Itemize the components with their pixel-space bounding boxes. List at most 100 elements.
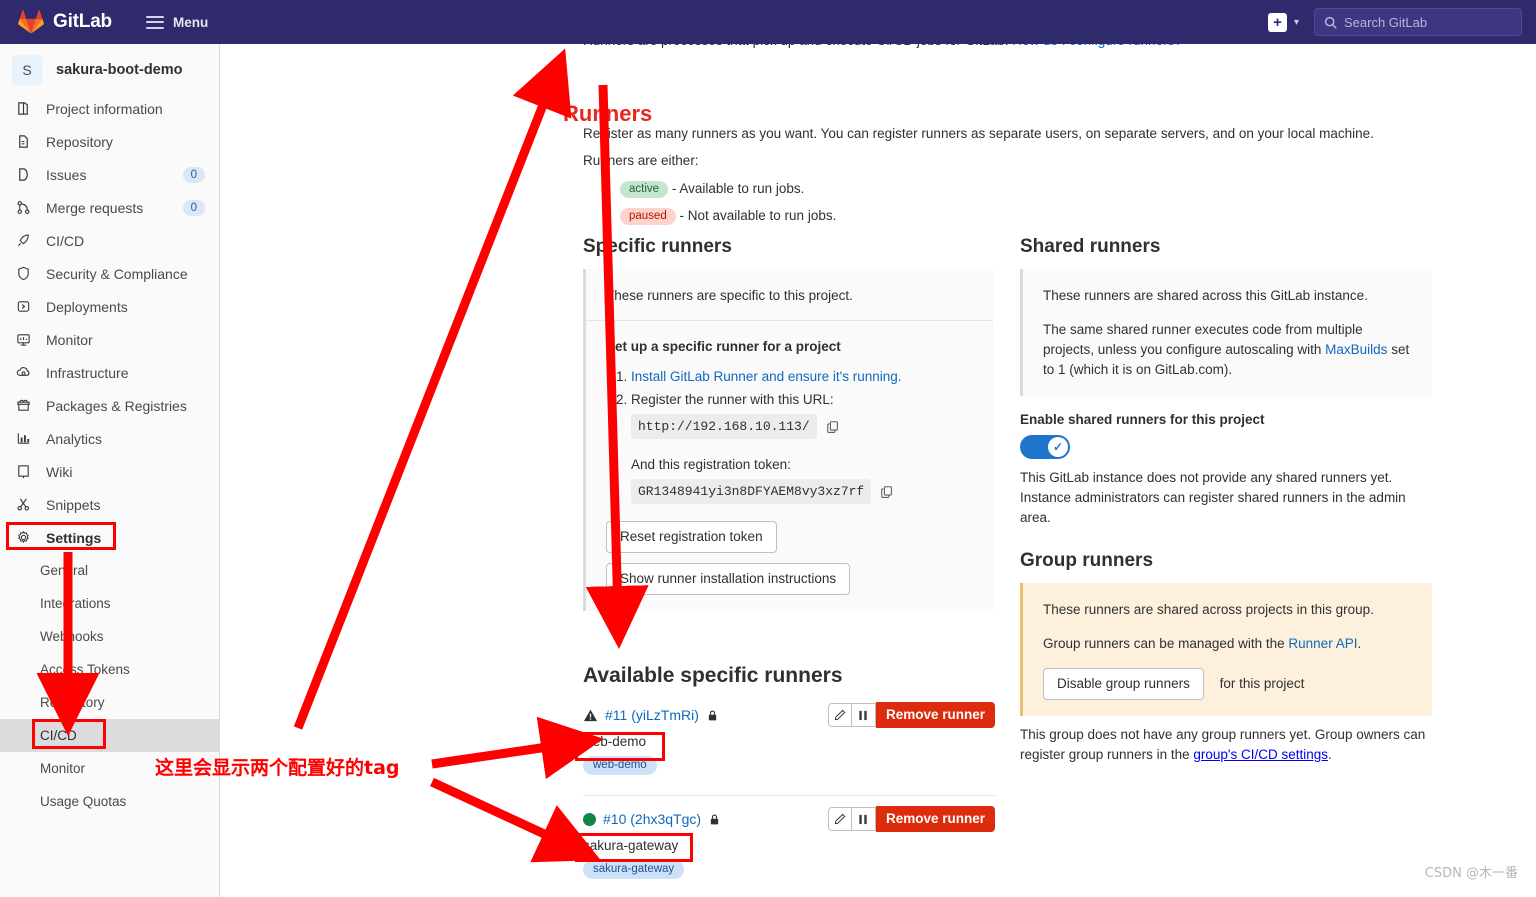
shared-runners-panel-p1: These runners are shared across this Git… xyxy=(1043,288,1368,303)
sidebar-subitem-label: Integrations xyxy=(40,596,111,611)
status-badge-paused-desc: - Not available to run jobs. xyxy=(679,208,837,223)
sidebar-subitem-general[interactable]: General xyxy=(0,554,219,587)
sidebar-item-packages-registries[interactable]: Packages & Registries xyxy=(0,389,219,422)
group-runners-p2-post: . xyxy=(1357,636,1362,651)
group-runners-p2-pre: Group runners can be managed with the xyxy=(1043,636,1289,651)
shared-runners-p2-pre: The same shared runner executes code fro… xyxy=(1043,322,1363,357)
sidebar-item-merge-requests[interactable]: Merge requests 0 xyxy=(0,191,219,224)
list-item: paused - Not available to run jobs. xyxy=(620,205,836,227)
runner-actions: Remove runner xyxy=(827,806,995,832)
status-badge-paused: paused xyxy=(620,208,676,225)
runner-state-list: active - Available to run jobs. paused -… xyxy=(620,178,836,232)
sidebar-item-repository[interactable]: Repository xyxy=(0,125,219,158)
runner-list-item: #11 (yiLzTmRi) Remove runner web-demo we… xyxy=(583,702,995,787)
sidebar-subitem-label: General xyxy=(40,563,89,578)
sidebar-item-settings[interactable]: Settings xyxy=(0,521,219,554)
sidebar-item-label: Infrastructure xyxy=(46,364,129,381)
pause-icon[interactable] xyxy=(851,703,876,727)
sidebar-project-header[interactable]: S sakura-boot-demo xyxy=(0,48,219,92)
pencil-icon[interactable] xyxy=(827,703,852,727)
sidebar-item-label: Repository xyxy=(46,133,113,150)
sidebar-item-wiki[interactable]: Wiki xyxy=(0,455,219,488)
runner-list-item: #10 (2hx3qTgc) Remove runner sakura-gate… xyxy=(583,806,995,891)
sidebar-subitem-integrations[interactable]: Integrations xyxy=(0,587,219,620)
menu-button[interactable]: Menu xyxy=(145,15,208,30)
group-runners-panel-p1: These runners are shared across projects… xyxy=(1043,602,1374,617)
runners-description: Register as many runners as you want. Yo… xyxy=(583,124,1413,171)
search-placeholder-text: Search GitLab xyxy=(1344,14,1428,30)
remove-runner-button[interactable]: Remove runner xyxy=(875,806,995,832)
runner-id-link[interactable]: #11 (yiLzTmRi) xyxy=(605,707,699,723)
pause-icon[interactable] xyxy=(851,807,876,831)
group-runners-panel: These runners are shared across projects… xyxy=(1020,583,1432,716)
reset-registration-token-button[interactable]: Reset registration token xyxy=(606,521,777,553)
project-avatar: S xyxy=(12,55,42,85)
shared-and-group-runners-section: Shared runners These runners are shared … xyxy=(1020,236,1432,765)
sidebar-subitem-access-tokens[interactable]: Access Tokens xyxy=(0,653,219,686)
hamburger-icon xyxy=(145,15,164,29)
chevron-down-icon[interactable]: ▾ xyxy=(1294,17,1299,28)
sidebar-item-label: Monitor xyxy=(46,331,93,348)
setup-steps-list: Install GitLab Runner and ensure it's ru… xyxy=(631,366,973,504)
deploy-icon xyxy=(14,298,33,315)
list-item: Register the runner with this URL: http:… xyxy=(631,389,973,504)
sidebar-item-cicd[interactable]: CI/CD xyxy=(0,224,219,257)
pencil-icon[interactable] xyxy=(827,807,852,831)
chart-icon xyxy=(14,430,33,447)
top-navigation-bar: GitLab Menu + ▾ Search GitLab xyxy=(0,0,1536,44)
sidebar-item-infrastructure[interactable]: Infrastructure xyxy=(0,356,219,389)
sidebar-item-monitor[interactable]: Monitor xyxy=(0,323,219,356)
shared-runners-panel-p2: The same shared runner executes code fro… xyxy=(1043,320,1412,380)
sidebar-subitem-repository[interactable]: Repository xyxy=(0,686,219,719)
sidebar-subitem-usage-quotas[interactable]: Usage Quotas xyxy=(0,785,219,818)
sidebar-item-label: Security & Compliance xyxy=(46,265,188,282)
brand-name: GitLab xyxy=(53,11,112,32)
registration-token-value: GR1348941yi3n8DFYAEM8vy3xz7rf xyxy=(631,479,872,504)
maxbuilds-link[interactable]: MaxBuilds xyxy=(1325,342,1387,357)
sidebar-item-issues[interactable]: Issues 0 xyxy=(0,158,219,191)
main-content: Runners are processes that pick up and e… xyxy=(220,44,1536,897)
runner-api-link[interactable]: Runner API xyxy=(1288,636,1357,651)
sidebar-subitem-cicd[interactable]: CI/CD xyxy=(0,719,219,752)
copy-icon[interactable] xyxy=(880,485,894,499)
sidebar-subitem-label: Webhooks xyxy=(40,629,104,644)
specific-runners-heading: Specific runners xyxy=(583,236,732,257)
sidebar-item-analytics[interactable]: Analytics xyxy=(0,422,219,455)
enable-shared-runners-toggle[interactable]: ✓ xyxy=(1020,435,1070,459)
sidebar-item-project-information[interactable]: Project information xyxy=(0,92,219,125)
group-cicd-settings-link[interactable]: group's CI/CD settings xyxy=(1193,747,1328,762)
runner-header-row: #11 (yiLzTmRi) Remove runner xyxy=(583,702,995,728)
show-runner-installation-instructions-button[interactable]: Show runner installation instructions xyxy=(606,563,851,595)
registration-token-row: GR1348941yi3n8DFYAEM8vy3xz7rf xyxy=(631,479,973,504)
runner-id-link[interactable]: #10 (2hx3qTgc) xyxy=(603,811,701,827)
merge-requests-count-badge: 0 xyxy=(182,199,205,216)
group-runners-panel-p2: Group runners can be managed with the Ru… xyxy=(1043,634,1412,654)
search-input[interactable]: Search GitLab xyxy=(1314,8,1522,36)
sidebar-item-security-compliance[interactable]: Security & Compliance xyxy=(0,257,219,290)
disable-group-runners-button[interactable]: Disable group runners xyxy=(1043,668,1204,700)
configure-runners-link[interactable]: How do I configure runners? xyxy=(1012,44,1182,48)
runners-description-line2: Runners are either: xyxy=(583,153,699,168)
available-specific-runners-section: Available specific runners #11 (yiLzTmRi… xyxy=(583,664,995,891)
setup-runner-title: Set up a specific runner for a project xyxy=(606,339,841,354)
group-runners-note: This group does not have any group runne… xyxy=(1020,725,1432,765)
list-item: active - Available to run jobs. xyxy=(620,178,836,200)
registration-token-label: And this registration token: xyxy=(631,457,791,472)
runner-actions: Remove runner xyxy=(827,702,995,728)
shield-icon xyxy=(14,265,33,282)
plus-icon[interactable]: + xyxy=(1267,12,1287,32)
sidebar-item-label: Settings xyxy=(46,529,102,546)
remove-runner-button[interactable]: Remove runner xyxy=(875,702,995,728)
book-icon xyxy=(14,100,33,117)
sidebar-item-snippets[interactable]: Snippets xyxy=(0,488,219,521)
sidebar-item-deployments[interactable]: Deployments xyxy=(0,290,219,323)
sidebar-subitem-webhooks[interactable]: Webhooks xyxy=(0,620,219,653)
copy-icon[interactable] xyxy=(826,420,840,434)
disable-group-runners-row: Disable group runners for this project xyxy=(1043,668,1412,700)
issues-count-badge: 0 xyxy=(182,166,205,183)
group-runners-note-post: . xyxy=(1328,747,1332,762)
runners-description-line1: Register as many runners as you want. Yo… xyxy=(583,126,1374,141)
monitor-icon xyxy=(14,331,33,348)
install-gitlab-runner-link[interactable]: Install GitLab Runner and ensure it's ru… xyxy=(631,369,902,384)
sidebar-subitem-label: Access Tokens xyxy=(40,662,130,677)
